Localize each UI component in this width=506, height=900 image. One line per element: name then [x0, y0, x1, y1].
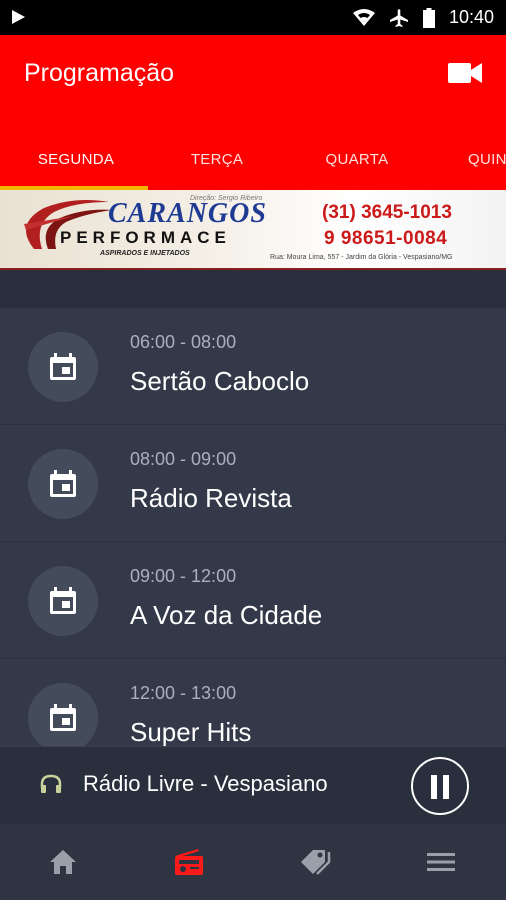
calendar-icon — [50, 587, 76, 614]
schedule-item-icon — [28, 332, 98, 402]
wifi-icon — [352, 8, 375, 26]
schedule-item[interactable]: 08:00 - 09:00 Rádio Revista — [0, 425, 506, 542]
schedule-spacer — [0, 270, 506, 308]
status-bar: 10:40 — [0, 0, 506, 35]
schedule-item[interactable]: 06:00 - 08:00 Sertão Caboclo — [0, 308, 506, 425]
calendar-icon — [50, 470, 76, 497]
schedule-title: Super Hits — [130, 717, 252, 746]
app-bar: Programação SEGUNDA TERÇA QUARTA QUIN — [0, 35, 506, 190]
schedule-item-icon — [28, 566, 98, 636]
tag-icon — [301, 850, 331, 875]
menu-icon — [427, 853, 455, 871]
schedule-item[interactable]: 12:00 - 13:00 Super Hits — [0, 659, 506, 746]
schedule-time: 06:00 - 08:00 — [130, 332, 237, 352]
nav-home[interactable] — [0, 824, 126, 900]
airplane-mode-icon — [389, 8, 408, 27]
station-name: Rádio Livre - Vespasiano — [83, 771, 328, 796]
nav-menu[interactable] — [378, 824, 504, 900]
tab-segunda[interactable]: SEGUNDA — [0, 135, 152, 190]
battery-icon — [422, 7, 435, 28]
schedule-title: Rádio Revista — [130, 483, 292, 513]
schedule-item-icon — [28, 683, 98, 746]
schedule-item-icon — [28, 449, 98, 519]
video-camera-icon — [448, 63, 482, 83]
tab-quinta[interactable]: QUIN — [452, 135, 506, 190]
schedule-time: 09:00 - 12:00 — [130, 566, 237, 586]
pause-button[interactable] — [411, 757, 469, 815]
calendar-icon — [50, 353, 76, 380]
status-clock: 10:40 — [448, 7, 494, 27]
ad-address: Rua: Moura Lima, 557 - Jardim da Glória … — [270, 254, 453, 261]
schedule-list[interactable]: 06:00 - 08:00 Sertão Caboclo 08:00 - 09:… — [0, 308, 506, 746]
video-button[interactable] — [448, 61, 482, 85]
schedule-title: Sertão Caboclo — [130, 366, 310, 396]
headphones-icon — [40, 774, 62, 793]
page-title: Programação — [24, 59, 175, 87]
mini-player: Rádio Livre - Vespasiano — [0, 746, 506, 824]
tab-quarta[interactable]: QUARTA — [290, 135, 424, 190]
play-store-notification-icon — [12, 10, 25, 24]
home-icon — [50, 850, 76, 874]
ad-brand-sub: PERFORMACE — [60, 228, 231, 247]
ad-phone-1: (31) 3645-1013 — [322, 202, 452, 223]
ad-phone-2: 9 98651-0084 — [324, 228, 448, 249]
schedule-title: A Voz da Cidade — [130, 600, 323, 630]
schedule-time: 08:00 - 09:00 — [130, 449, 237, 469]
schedule-item[interactable]: 09:00 - 12:00 A Voz da Cidade — [0, 542, 506, 659]
pause-icon-bar-left — [431, 775, 437, 799]
schedule-time: 12:00 - 13:00 — [130, 683, 237, 703]
radio-icon — [175, 849, 203, 875]
pause-icon-bar-right — [443, 775, 449, 799]
nav-radio[interactable] — [126, 824, 252, 900]
ad-banner[interactable]: Direção: Sergio Ribeiro CARANGOS PERFORM… — [0, 190, 506, 270]
bottom-nav — [0, 824, 506, 900]
calendar-icon — [50, 704, 76, 731]
ad-brand: CARANGOS — [108, 198, 267, 229]
nav-tags[interactable] — [252, 824, 378, 900]
ad-brand-note: ASPIRADOS E INJETADOS — [100, 250, 190, 257]
day-tabs: SEGUNDA TERÇA QUARTA QUIN — [0, 135, 506, 190]
app-screen: 10:40 Programação SEGUNDA TERÇA QUARTA Q… — [0, 0, 506, 900]
tab-terca[interactable]: TERÇA — [150, 135, 284, 190]
